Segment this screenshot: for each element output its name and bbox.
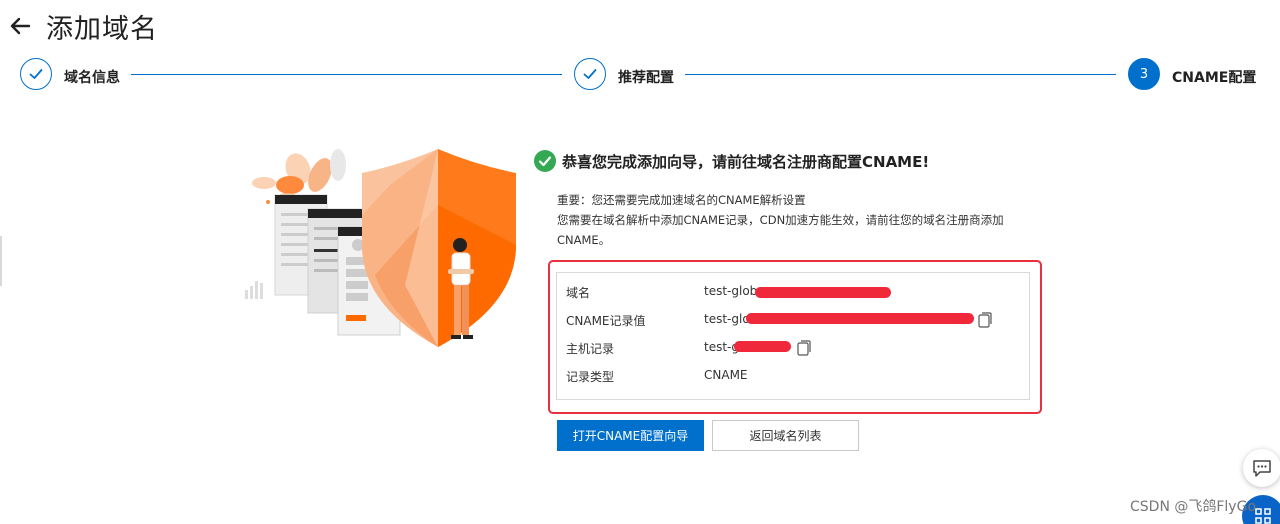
notice-line: 重要：您还需要完成加速域名的CNAME解析设置 bbox=[557, 193, 806, 207]
notice-line: 您需要在域名解析中添加CNAME记录，CDN加速方能生效，请前往您的域名注册商添… bbox=[557, 213, 1004, 227]
open-cname-wizard-button[interactable]: 打开CNAME配置向导 bbox=[557, 420, 704, 451]
step-1-label: 域名信息 bbox=[64, 70, 120, 86]
record-value: CNAME bbox=[704, 368, 748, 382]
record-label: 记录类型 bbox=[566, 370, 615, 384]
step-3-number: 3 bbox=[1128, 58, 1160, 90]
redaction-mark bbox=[734, 341, 791, 352]
cname-record-table: 域名 test-glob CNAME记录值 test-glo 主机记录 test… bbox=[556, 272, 1030, 400]
record-row-host: 主机记录 test-g bbox=[557, 337, 1029, 359]
step-indicator: 域名信息 推荐配置 3 CNAME配置 bbox=[20, 58, 1270, 92]
chat-button[interactable] bbox=[1243, 449, 1280, 487]
record-value: test-glo bbox=[704, 312, 750, 326]
record-row-cname: CNAME记录值 test-glo bbox=[557, 309, 1029, 331]
step-3-label: CNAME配置 bbox=[1172, 70, 1257, 86]
notice-text: 重要：您还需要完成加速域名的CNAME解析设置 您需要在域名解析中添加CNAME… bbox=[557, 190, 1037, 250]
step-connector bbox=[131, 74, 562, 75]
copy-icon[interactable] bbox=[978, 312, 992, 328]
watermark: CSDN @飞鸽FlyGo bbox=[1130, 499, 1257, 515]
step-2-check-icon bbox=[574, 58, 606, 90]
check-circle-icon bbox=[534, 150, 556, 172]
record-row-domain: 域名 test-glob bbox=[557, 281, 1029, 303]
step-2-label: 推荐配置 bbox=[618, 70, 674, 86]
chat-bubble-icon bbox=[1253, 460, 1271, 477]
page-title: 添加域名 bbox=[46, 13, 158, 45]
copy-icon[interactable] bbox=[797, 340, 811, 356]
record-label: 域名 bbox=[566, 286, 591, 300]
page-header: 添加域名 bbox=[8, 6, 158, 46]
notice-line: CNAME。 bbox=[557, 233, 611, 247]
record-label: 主机记录 bbox=[566, 342, 615, 356]
record-label: CNAME记录值 bbox=[566, 314, 646, 328]
step-1-check-icon bbox=[20, 58, 52, 90]
arrow-left-icon[interactable] bbox=[8, 14, 32, 38]
step-connector bbox=[685, 74, 1116, 75]
back-to-domain-list-button[interactable]: 返回域名列表 bbox=[712, 420, 859, 451]
redaction-mark bbox=[755, 287, 891, 298]
record-value: test-glob bbox=[704, 284, 758, 298]
success-title: 恭喜您完成添加向导，请前往域名注册商配置CNAME! bbox=[562, 152, 930, 171]
page: 添加域名 域名信息 推荐配置 3 CNAME配置 恭喜您完成添加向导，请前往域名… bbox=[0, 0, 1280, 524]
success-heading: 恭喜您完成添加向导，请前往域名注册商配置CNAME! bbox=[534, 150, 929, 172]
record-row-type: 记录类型 CNAME bbox=[557, 365, 1029, 387]
redaction-mark bbox=[746, 313, 974, 324]
shield-illustration bbox=[245, 149, 516, 347]
left-edge-handle bbox=[0, 236, 2, 286]
